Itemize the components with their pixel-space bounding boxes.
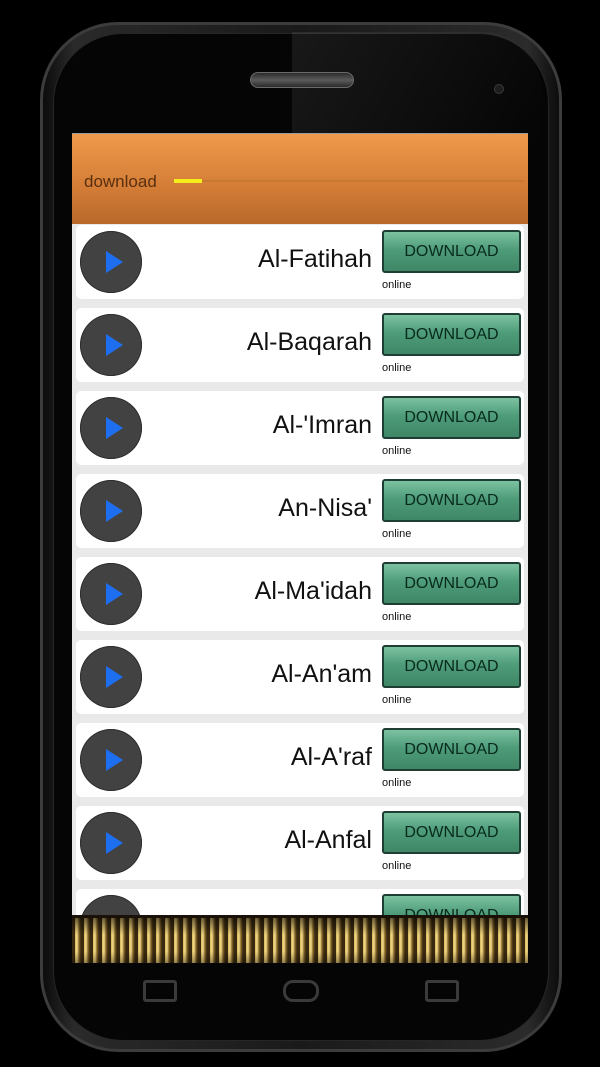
play-button[interactable] xyxy=(80,646,142,708)
surah-name: Al-Ma'idah xyxy=(254,577,372,605)
back-key-icon[interactable] xyxy=(143,980,177,1002)
play-icon xyxy=(106,832,123,854)
status-label: online xyxy=(382,445,412,457)
header-title: download xyxy=(84,172,157,191)
status-label: online xyxy=(382,279,412,291)
download-button[interactable]: DOWNLOAD xyxy=(382,811,521,854)
play-button[interactable] xyxy=(80,563,142,625)
list-item: Al-An'am DOWNLOAD online xyxy=(76,640,524,714)
status-label: online xyxy=(382,362,412,374)
play-icon xyxy=(106,583,123,605)
download-progress-bar xyxy=(174,179,524,183)
download-button[interactable]: DOWNLOAD xyxy=(382,313,521,356)
proximity-sensor xyxy=(494,84,504,94)
earpiece-speaker xyxy=(250,72,354,88)
play-icon xyxy=(106,666,123,688)
play-button[interactable] xyxy=(80,729,142,791)
surah-name: Al-Fatihah xyxy=(258,245,372,273)
download-button[interactable]: DOWNLOAD xyxy=(382,645,521,688)
status-label: online xyxy=(382,528,412,540)
list-item: Al-Baqarah DOWNLOAD online xyxy=(76,308,524,382)
surah-name: Al-An'am xyxy=(271,660,372,688)
play-icon xyxy=(106,334,123,356)
surah-list[interactable]: Al-Fatihah DOWNLOAD online Al-Baqarah DO… xyxy=(72,225,528,963)
decorative-banner xyxy=(72,915,528,963)
recents-key-icon[interactable] xyxy=(425,980,459,1002)
play-button[interactable] xyxy=(80,314,142,376)
play-icon xyxy=(106,500,123,522)
play-icon xyxy=(106,251,123,273)
home-key-icon[interactable] xyxy=(283,980,319,1002)
list-item: Al-A'raf DOWNLOAD online xyxy=(76,723,524,797)
download-button[interactable]: DOWNLOAD xyxy=(382,396,521,439)
surah-name: Al-A'raf xyxy=(290,743,372,771)
play-button[interactable] xyxy=(80,397,142,459)
status-label: online xyxy=(382,611,412,623)
app-header: download xyxy=(72,133,528,224)
download-button[interactable]: DOWNLOAD xyxy=(382,728,521,771)
download-button[interactable]: DOWNLOAD xyxy=(382,479,521,522)
surah-name: Al-Baqarah xyxy=(246,328,372,356)
surah-name: Al-'Imran xyxy=(272,411,372,439)
status-label: online xyxy=(382,860,412,872)
list-item: An-Nisa' DOWNLOAD online xyxy=(76,474,524,548)
download-button[interactable]: DOWNLOAD xyxy=(382,562,521,605)
list-item: Al-Ma'idah DOWNLOAD online xyxy=(76,557,524,631)
download-button[interactable]: DOWNLOAD xyxy=(382,230,521,273)
surah-name: Al-Anfal xyxy=(284,826,372,854)
play-icon xyxy=(106,417,123,439)
status-label: online xyxy=(382,777,412,789)
list-item: Al-'Imran DOWNLOAD online xyxy=(76,391,524,465)
status-label: online xyxy=(382,694,412,706)
play-button[interactable] xyxy=(80,480,142,542)
list-item: Al-Anfal DOWNLOAD online xyxy=(76,806,524,880)
list-item: Al-Fatihah DOWNLOAD online xyxy=(76,225,524,299)
download-progress-fill xyxy=(174,179,202,183)
app-screen: download Al-Fatihah DOWNLOAD online Al-B… xyxy=(72,133,528,963)
play-button[interactable] xyxy=(80,812,142,874)
surah-name: An-Nisa' xyxy=(278,494,372,522)
play-icon xyxy=(106,749,123,771)
play-button[interactable] xyxy=(80,231,142,293)
